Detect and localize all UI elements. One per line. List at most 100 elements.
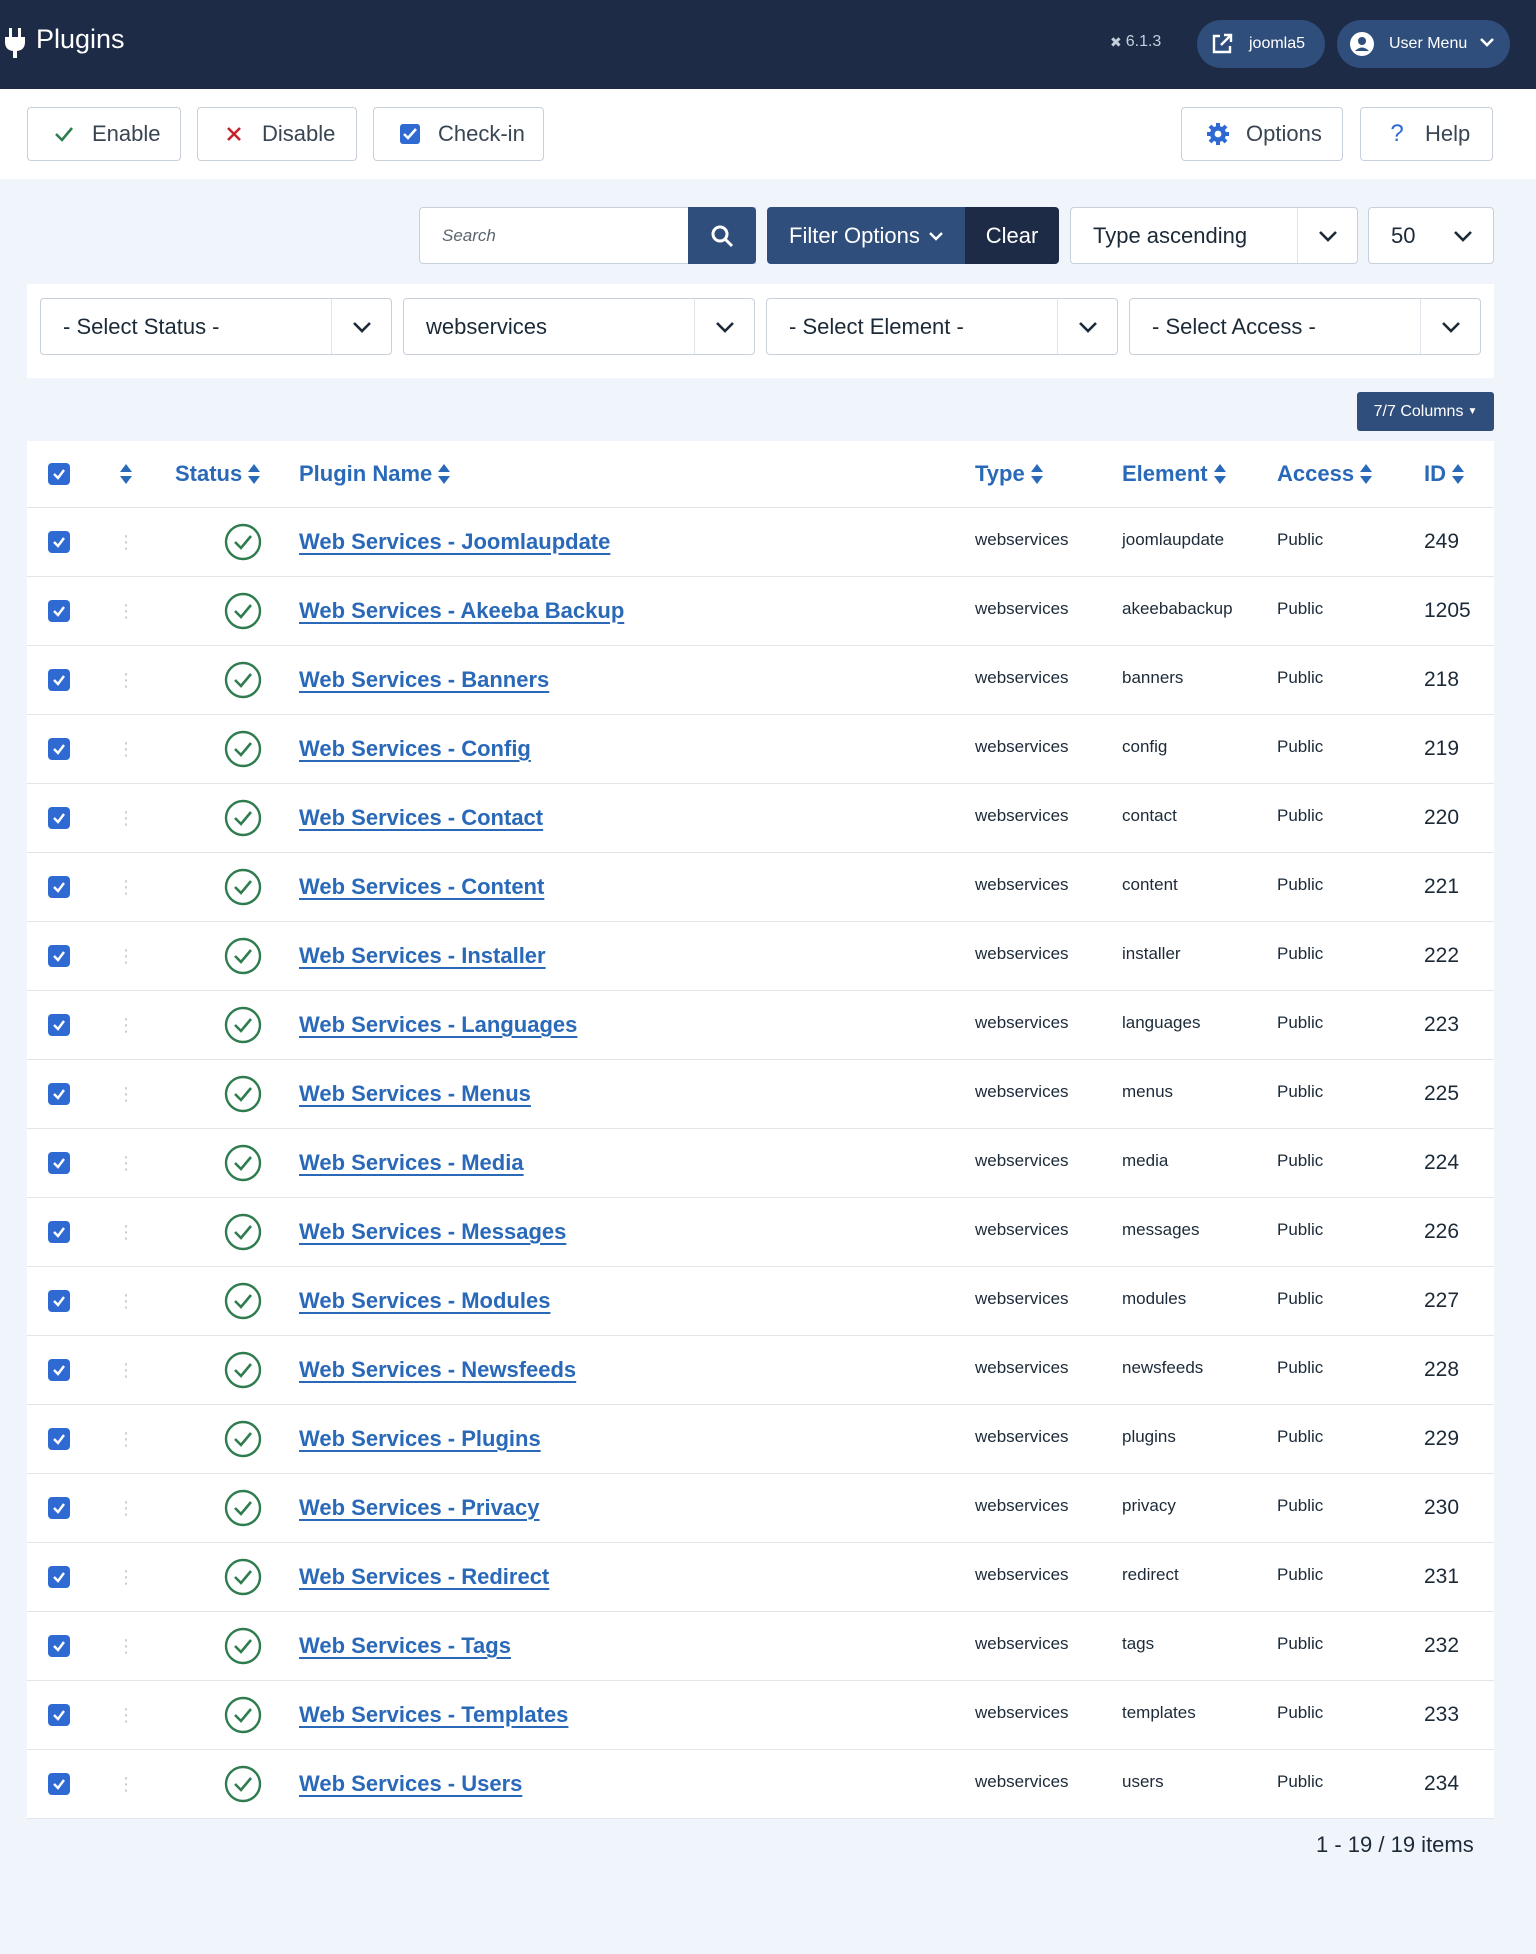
status-toggle[interactable]: [175, 853, 265, 921]
ordering-sort-button[interactable]: [114, 441, 138, 507]
plugin-name-link[interactable]: Web Services - Users: [299, 1771, 522, 1797]
element-filter-select[interactable]: - Select Element -: [766, 298, 1118, 355]
status-toggle[interactable]: [175, 1750, 265, 1818]
clear-button[interactable]: Clear: [965, 207, 1059, 264]
drag-handle[interactable]: ⋮: [114, 1543, 138, 1611]
plugin-name-link[interactable]: Web Services - Config: [299, 736, 531, 762]
view-site-button[interactable]: joomla5: [1197, 20, 1325, 68]
status-toggle[interactable]: [175, 922, 265, 990]
plugin-name-link[interactable]: Web Services - Content: [299, 874, 544, 900]
row-checkbox[interactable]: [48, 853, 72, 921]
status-toggle[interactable]: [175, 646, 265, 714]
status-toggle[interactable]: [175, 1267, 265, 1335]
row-checkbox[interactable]: [48, 1336, 72, 1404]
row-checkbox[interactable]: [48, 577, 72, 645]
row-checkbox[interactable]: [48, 1750, 72, 1818]
checkin-button[interactable]: Check-in: [373, 107, 544, 161]
drag-handle[interactable]: ⋮: [114, 1267, 138, 1335]
row-checkbox[interactable]: [48, 1474, 72, 1542]
row-checkbox[interactable]: [48, 646, 72, 714]
sort-element[interactable]: Element: [1122, 441, 1227, 507]
plugin-name-link[interactable]: Web Services - Privacy: [299, 1495, 540, 1521]
row-checkbox[interactable]: [48, 508, 72, 576]
plugin-name-link[interactable]: Web Services - Newsfeeds: [299, 1357, 576, 1383]
plugin-name-link[interactable]: Web Services - Akeeba Backup: [299, 598, 624, 624]
drag-handle[interactable]: ⋮: [114, 1405, 138, 1473]
row-checkbox[interactable]: [48, 922, 72, 990]
status-toggle[interactable]: [175, 991, 265, 1059]
sort-status[interactable]: Status: [175, 441, 261, 507]
plugin-name-link[interactable]: Web Services - Media: [299, 1150, 524, 1176]
drag-handle[interactable]: ⋮: [114, 853, 138, 921]
plugin-name-link[interactable]: Web Services - Contact: [299, 805, 543, 831]
drag-handle[interactable]: ⋮: [114, 1750, 138, 1818]
row-checkbox[interactable]: [48, 1060, 72, 1128]
drag-handle[interactable]: ⋮: [114, 1060, 138, 1128]
plugin-name-link[interactable]: Web Services - Banners: [299, 667, 549, 693]
help-button[interactable]: ? Help: [1360, 107, 1493, 161]
plugin-name-link[interactable]: Web Services - Redirect: [299, 1564, 549, 1590]
filter-options-button[interactable]: Filter Options: [767, 207, 965, 264]
status-toggle[interactable]: [175, 1336, 265, 1404]
status-toggle[interactable]: [175, 1681, 265, 1749]
status-toggle[interactable]: [175, 508, 265, 576]
status-toggle[interactable]: [175, 1612, 265, 1680]
status-filter-select[interactable]: - Select Status -: [40, 298, 392, 355]
row-checkbox[interactable]: [48, 1543, 72, 1611]
row-checkbox[interactable]: [48, 784, 72, 852]
columns-toggle-button[interactable]: 7/7 Columns ▼: [1357, 392, 1494, 431]
enable-button[interactable]: Enable: [27, 107, 181, 161]
row-checkbox[interactable]: [48, 1681, 72, 1749]
folder-filter-select[interactable]: webservices: [403, 298, 755, 355]
status-toggle[interactable]: [175, 784, 265, 852]
user-menu-button[interactable]: User Menu: [1337, 20, 1510, 68]
sort-plugin-name[interactable]: Plugin Name: [299, 441, 451, 507]
disable-button[interactable]: Disable: [197, 107, 357, 161]
status-toggle[interactable]: [175, 1543, 265, 1611]
list-limit-select[interactable]: 50: [1368, 207, 1494, 264]
plugin-name-link[interactable]: Web Services - Languages: [299, 1012, 577, 1038]
drag-handle[interactable]: ⋮: [114, 1612, 138, 1680]
row-checkbox[interactable]: [48, 715, 72, 783]
drag-handle[interactable]: ⋮: [114, 1681, 138, 1749]
sort-access[interactable]: Access: [1277, 441, 1373, 507]
drag-handle[interactable]: ⋮: [114, 577, 138, 645]
plugin-name-link[interactable]: Web Services - Templates: [299, 1702, 568, 1728]
status-toggle[interactable]: [175, 1129, 265, 1197]
drag-handle[interactable]: ⋮: [114, 1198, 138, 1266]
ordering-select[interactable]: Type ascending: [1070, 207, 1358, 264]
status-toggle[interactable]: [175, 1060, 265, 1128]
row-checkbox[interactable]: [48, 1612, 72, 1680]
search-button[interactable]: [688, 207, 756, 264]
plugin-name-link[interactable]: Web Services - Tags: [299, 1633, 511, 1659]
sort-id[interactable]: ID: [1424, 441, 1465, 507]
row-checkbox[interactable]: [48, 1129, 72, 1197]
status-toggle[interactable]: [175, 715, 265, 783]
row-checkbox[interactable]: [48, 991, 72, 1059]
access-filter-select[interactable]: - Select Access -: [1129, 298, 1481, 355]
drag-handle[interactable]: ⋮: [114, 991, 138, 1059]
row-checkbox[interactable]: [48, 1267, 72, 1335]
drag-handle[interactable]: ⋮: [114, 646, 138, 714]
drag-handle[interactable]: ⋮: [114, 922, 138, 990]
row-checkbox[interactable]: [48, 1405, 72, 1473]
row-checkbox[interactable]: [48, 1198, 72, 1266]
drag-handle[interactable]: ⋮: [114, 715, 138, 783]
plugin-name-link[interactable]: Web Services - Plugins: [299, 1426, 541, 1452]
status-toggle[interactable]: [175, 1198, 265, 1266]
options-button[interactable]: Options: [1181, 107, 1343, 161]
plugin-name-link[interactable]: Web Services - Modules: [299, 1288, 550, 1314]
search-input[interactable]: [420, 208, 680, 263]
drag-handle[interactable]: ⋮: [114, 784, 138, 852]
drag-handle[interactable]: ⋮: [114, 1336, 138, 1404]
sort-type[interactable]: Type: [975, 441, 1044, 507]
plugin-name-link[interactable]: Web Services - Installer: [299, 943, 546, 969]
drag-handle[interactable]: ⋮: [114, 1129, 138, 1197]
plugin-name-link[interactable]: Web Services - Joomlaupdate: [299, 529, 610, 555]
select-all-checkbox[interactable]: [48, 441, 72, 507]
status-toggle[interactable]: [175, 577, 265, 645]
drag-handle[interactable]: ⋮: [114, 1474, 138, 1542]
status-toggle[interactable]: [175, 1474, 265, 1542]
plugin-name-link[interactable]: Web Services - Messages: [299, 1219, 566, 1245]
plugin-name-link[interactable]: Web Services - Menus: [299, 1081, 531, 1107]
